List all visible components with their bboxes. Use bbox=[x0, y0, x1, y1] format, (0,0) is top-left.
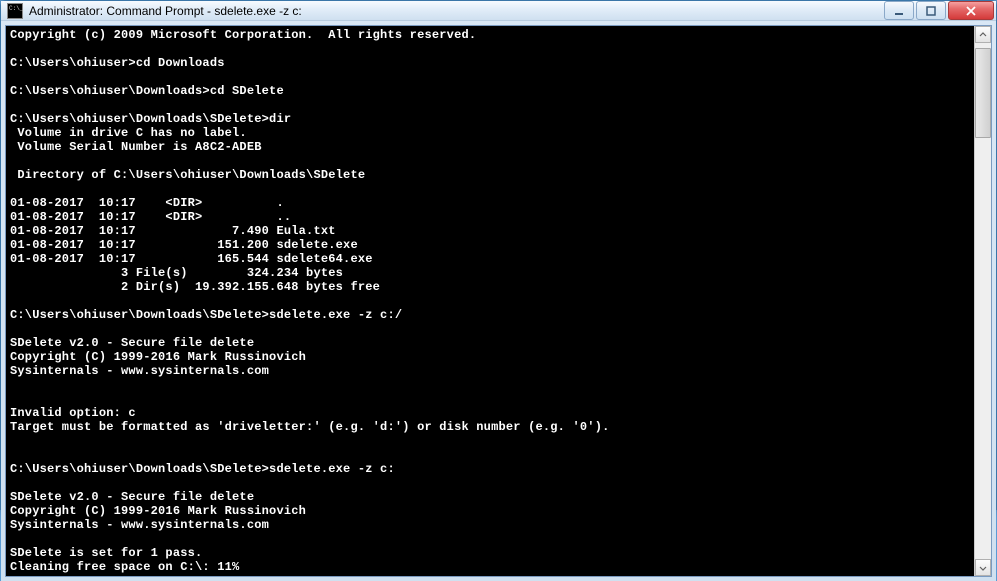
console-line bbox=[10, 42, 970, 56]
window-buttons bbox=[884, 1, 994, 20]
console-line: 01-08-2017 10:17 165.544 sdelete64.exe bbox=[10, 252, 970, 266]
console-line bbox=[10, 448, 970, 462]
console-line: 01-08-2017 10:17 151.200 sdelete.exe bbox=[10, 238, 970, 252]
console-line: C:\Users\ohiuser\Downloads>cd SDelete bbox=[10, 84, 970, 98]
maximize-icon bbox=[926, 6, 936, 16]
console-line: Copyright (C) 1999-2016 Mark Russinovich bbox=[10, 350, 970, 364]
console-line: 2 Dir(s) 19.392.155.648 bytes free bbox=[10, 280, 970, 294]
window-title: Administrator: Command Prompt - sdelete.… bbox=[29, 4, 884, 18]
console-line bbox=[10, 294, 970, 308]
console-line: Directory of C:\Users\ohiuser\Downloads\… bbox=[10, 168, 970, 182]
console-line: SDelete is set for 1 pass. bbox=[10, 546, 970, 560]
client-inset: Copyright (c) 2009 Microsoft Corporation… bbox=[5, 25, 992, 577]
console-line: 3 File(s) 324.234 bytes bbox=[10, 266, 970, 280]
close-button[interactable] bbox=[948, 1, 994, 20]
cmd-icon bbox=[7, 3, 23, 19]
console-line: SDelete v2.0 - Secure file delete bbox=[10, 490, 970, 504]
chevron-down-icon bbox=[979, 564, 987, 572]
console-line bbox=[10, 392, 970, 406]
minimize-button[interactable] bbox=[884, 1, 914, 20]
titlebar[interactable]: Administrator: Command Prompt - sdelete.… bbox=[1, 1, 996, 21]
console-line bbox=[10, 154, 970, 168]
vertical-scrollbar[interactable] bbox=[974, 26, 991, 576]
chevron-up-icon bbox=[979, 31, 987, 39]
console-line: Target must be formatted as 'driveletter… bbox=[10, 420, 970, 434]
console-line bbox=[10, 182, 970, 196]
console-line: SDelete v2.0 - Secure file delete bbox=[10, 336, 970, 350]
console-line bbox=[10, 532, 970, 546]
console-line: Sysinternals - www.sysinternals.com bbox=[10, 364, 970, 378]
console-line: 01-08-2017 10:17 7.490 Eula.txt bbox=[10, 224, 970, 238]
console-line: Copyright (C) 1999-2016 Mark Russinovich bbox=[10, 504, 970, 518]
console-line bbox=[10, 322, 970, 336]
console-line: Cleaning free space on C:\: 11% bbox=[10, 560, 970, 574]
console-line bbox=[10, 476, 970, 490]
maximize-button[interactable] bbox=[916, 1, 946, 20]
scrollbar-thumb[interactable] bbox=[975, 48, 991, 138]
console-line bbox=[10, 378, 970, 392]
console-line: Invalid option: c bbox=[10, 406, 970, 420]
console-line: 01-08-2017 10:17 <DIR> . bbox=[10, 196, 970, 210]
console-line: 01-08-2017 10:17 <DIR> .. bbox=[10, 210, 970, 224]
console-line: Sysinternals - www.sysinternals.com bbox=[10, 518, 970, 532]
scroll-up-button[interactable] bbox=[975, 26, 991, 43]
minimize-icon bbox=[894, 6, 904, 16]
scroll-down-button[interactable] bbox=[975, 559, 991, 576]
console-output[interactable]: Copyright (c) 2009 Microsoft Corporation… bbox=[6, 26, 974, 576]
console-line bbox=[10, 98, 970, 112]
app-window: Administrator: Command Prompt - sdelete.… bbox=[0, 0, 997, 510]
console-line: C:\Users\ohiuser>cd Downloads bbox=[10, 56, 970, 70]
console-line bbox=[10, 70, 970, 84]
console-line: C:\Users\ohiuser\Downloads\SDelete>sdele… bbox=[10, 462, 970, 476]
console-line: C:\Users\ohiuser\Downloads\SDelete>sdele… bbox=[10, 308, 970, 322]
client-wrap: Copyright (c) 2009 Microsoft Corporation… bbox=[1, 21, 996, 581]
close-icon bbox=[965, 6, 977, 16]
console-line bbox=[10, 434, 970, 448]
console-line: C:\Users\ohiuser\Downloads\SDelete>dir bbox=[10, 112, 970, 126]
scrollbar-track[interactable] bbox=[975, 43, 991, 559]
console-line: Volume in drive C has no label. bbox=[10, 126, 970, 140]
console-line: Copyright (c) 2009 Microsoft Corporation… bbox=[10, 28, 970, 42]
console-line: Volume Serial Number is A8C2-ADEB bbox=[10, 140, 970, 154]
